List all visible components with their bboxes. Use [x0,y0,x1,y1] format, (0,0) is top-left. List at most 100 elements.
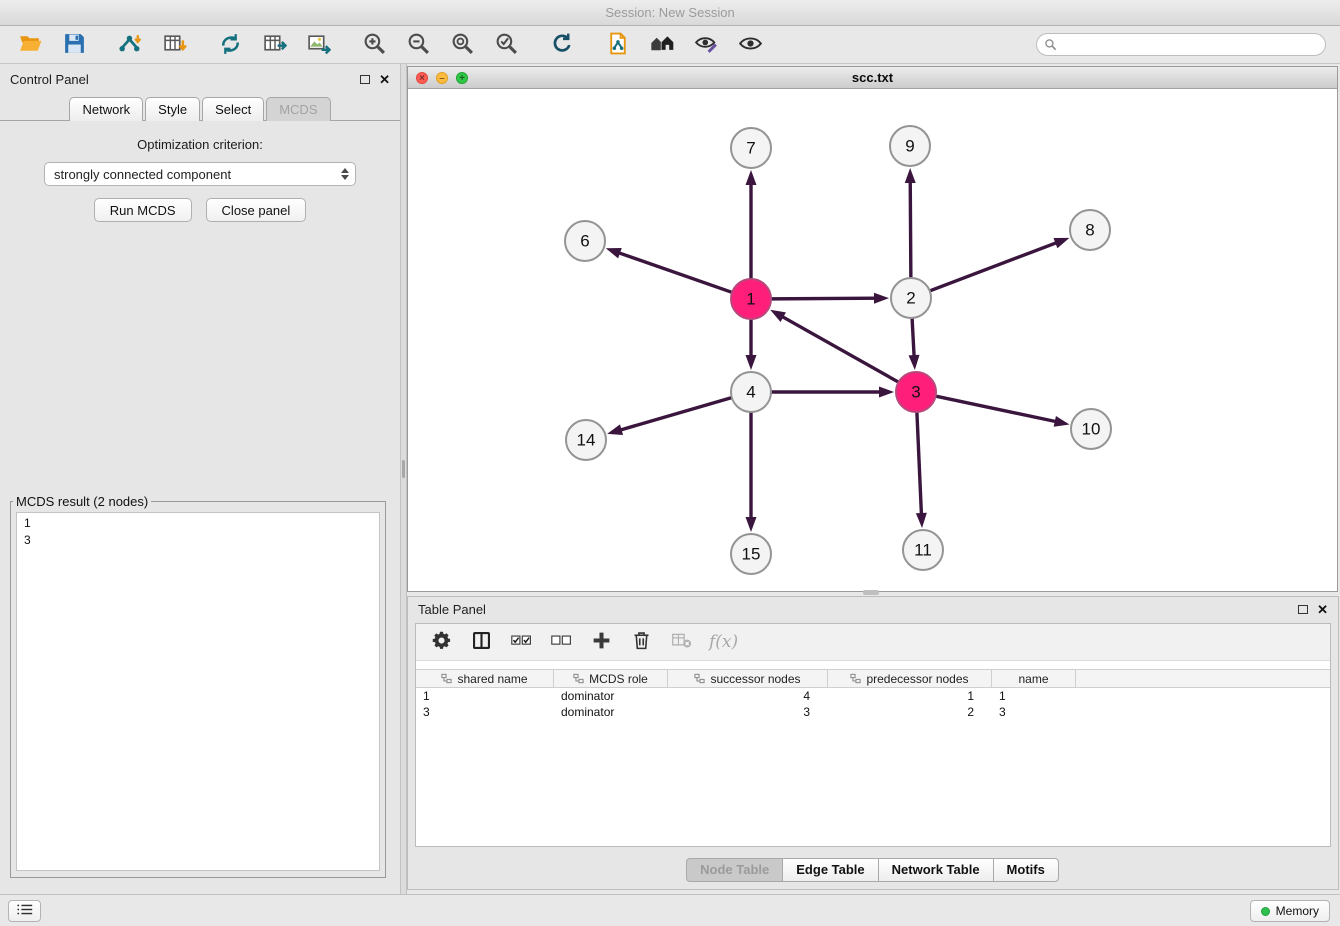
criterion-dropdown[interactable]: strongly connected component [44,162,356,186]
zoom-fit-button[interactable] [440,29,484,61]
horizontal-splitter-grip[interactable] [863,590,879,595]
unselect-all-button[interactable] [549,630,573,654]
tab-network-table[interactable]: Network Table [878,858,994,882]
graph-node-15[interactable]: 15 [731,534,771,574]
network-canvas[interactable]: 7 9 6 8 1 2 4 3 14 10 15 11 [408,89,1337,591]
graph-node-10[interactable]: 10 [1071,409,1111,449]
close-table-panel-icon[interactable]: ✕ [1317,603,1328,616]
column-header-predecessor-nodes[interactable]: predecessor nodes [828,670,992,687]
graph-edge-4-14[interactable] [620,398,731,430]
import-table-button[interactable] [152,29,196,61]
hide-annotations-button[interactable] [684,29,728,61]
zoom-selected-icon [494,31,519,59]
graph-edge-2-9[interactable] [910,181,911,277]
graph-node-6[interactable]: 6 [565,221,605,261]
column-header-mcds-role[interactable]: MCDS role [554,670,668,687]
column-header-successor-nodes[interactable]: successor nodes [668,670,828,687]
main-toolbar [0,26,1340,64]
graph-edge-arrowhead [905,168,916,183]
close-panel-icon[interactable]: ✕ [379,73,390,86]
table-panel-title: Table Panel [418,602,486,617]
maximize-window-icon[interactable]: + [456,72,468,84]
graph-edge-1-6[interactable] [618,253,731,293]
select-all-button[interactable] [509,630,533,654]
application-window: Session: New Session [0,0,1340,926]
graph-edge-1-2[interactable] [772,298,876,299]
graph-edge-arrowhead [770,310,786,322]
export-image-button[interactable] [296,29,340,61]
close-panel-button[interactable]: Close panel [206,198,307,222]
graph-edge-3-10[interactable] [937,396,1057,421]
cell-successor-nodes[interactable]: 4 [668,689,828,703]
graph-node-11[interactable]: 11 [903,530,943,570]
copy-view-button[interactable] [596,29,640,61]
graph-node-8[interactable]: 8 [1070,210,1110,250]
open-folder-icon [18,31,43,59]
task-history-button[interactable] [8,900,41,922]
cell-mcds-role[interactable]: dominator [554,689,668,703]
cell-shared-name[interactable]: 1 [416,689,554,703]
tab-select[interactable]: Select [202,97,264,121]
vertical-splitter[interactable] [400,64,407,894]
memory-button[interactable]: Memory [1250,900,1330,922]
tab-node-table[interactable]: Node Table [686,858,783,882]
float-panel-icon[interactable] [360,75,370,84]
network-window-title: scc.txt [852,70,893,85]
search-input[interactable] [1036,33,1326,56]
table-settings-button[interactable] [429,630,453,654]
cell-name[interactable]: 3 [992,705,1076,719]
graph-edge-3-1[interactable] [781,316,897,382]
save-session-button[interactable] [52,29,96,61]
zoom-in-button[interactable] [352,29,396,61]
graph-edge-2-8[interactable] [931,242,1058,290]
cell-mcds-role[interactable]: dominator [554,705,668,719]
graph-node-3[interactable]: 3 [896,372,936,412]
tab-network[interactable]: Network [69,97,143,121]
zoom-out-icon [406,31,431,59]
window-titlebar: Session: New Session [0,0,1340,26]
splitter-grip[interactable] [402,460,405,478]
cell-successor-nodes[interactable]: 3 [668,705,828,719]
mcds-result-value: 1 [24,515,372,532]
show-columns-button[interactable] [469,630,493,654]
cell-predecessor-nodes[interactable]: 1 [828,689,992,703]
graph-edge-3-11[interactable] [917,413,922,515]
graph-node-2[interactable]: 2 [891,278,931,318]
export-table-button[interactable] [252,29,296,61]
tab-mcds[interactable]: MCDS [266,97,330,121]
minimize-window-icon[interactable]: – [436,72,448,84]
cell-predecessor-nodes[interactable]: 2 [828,705,992,719]
zoom-out-button[interactable] [396,29,440,61]
run-mcds-button[interactable]: Run MCDS [94,198,192,222]
network-graph[interactable]: 7 9 6 8 1 2 4 3 14 10 15 11 [408,89,1337,591]
float-table-panel-icon[interactable] [1298,605,1308,614]
cell-name[interactable]: 1 [992,689,1076,703]
graph-edge-2-3[interactable] [912,319,914,357]
delete-column-button[interactable] [629,630,653,654]
tab-motifs[interactable]: Motifs [993,858,1059,882]
tab-edge-table[interactable]: Edge Table [782,858,878,882]
new-network-button[interactable] [208,29,252,61]
plus-icon [591,630,612,654]
column-header-shared-name[interactable]: shared name [416,670,554,687]
graph-node-1[interactable]: 1 [731,279,771,319]
zoom-fit-icon [450,31,475,59]
graph-node-7[interactable]: 7 [731,128,771,168]
first-neighbors-button[interactable] [640,29,684,61]
table-row[interactable]: 1 dominator 4 1 1 [416,688,1330,704]
close-window-icon[interactable]: × [416,72,428,84]
graph-node-4[interactable]: 4 [731,372,771,412]
mcds-result-list[interactable]: 1 3 [16,512,380,871]
add-column-button[interactable] [589,630,613,654]
open-file-button[interactable] [8,29,52,61]
table-row[interactable]: 3 dominator 3 2 3 [416,704,1330,720]
refresh-button[interactable] [540,29,584,61]
tab-style[interactable]: Style [145,97,200,121]
show-graphics-button[interactable] [728,29,772,61]
cell-shared-name[interactable]: 3 [416,705,554,719]
column-header-name[interactable]: name [992,670,1076,687]
zoom-selected-button[interactable] [484,29,528,61]
graph-node-14[interactable]: 14 [566,420,606,460]
graph-node-9[interactable]: 9 [890,126,930,166]
import-network-button[interactable] [108,29,152,61]
